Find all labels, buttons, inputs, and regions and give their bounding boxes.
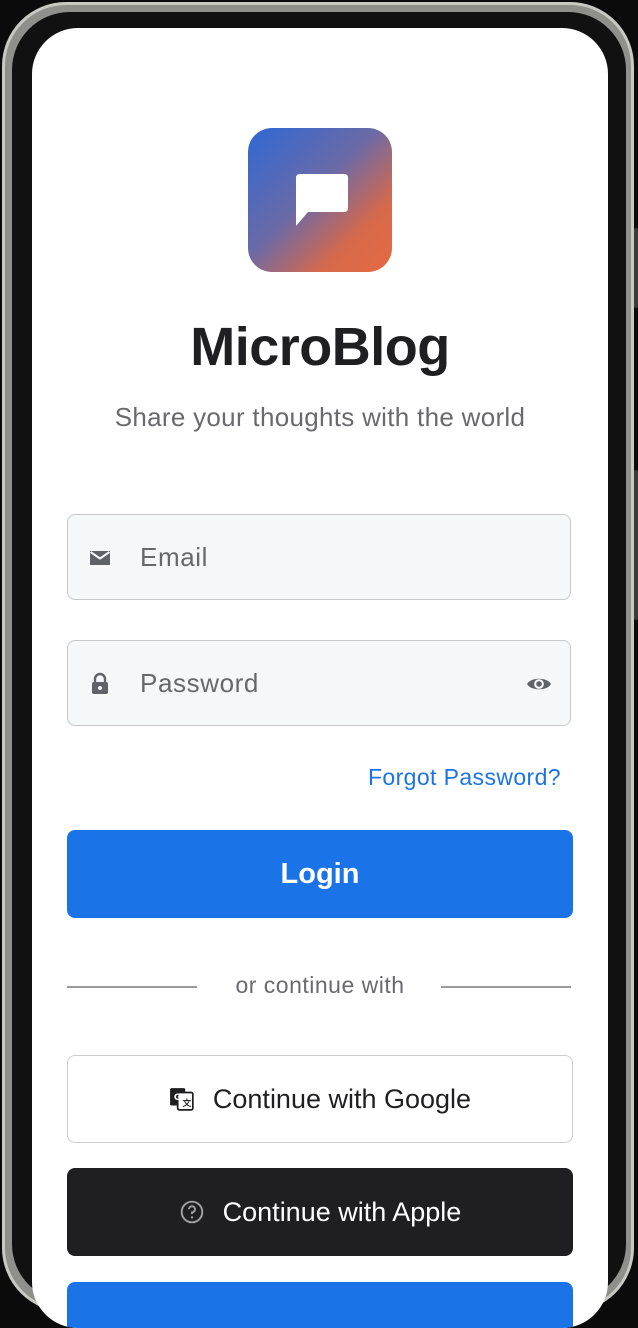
side-button <box>634 470 638 620</box>
divider-line-right <box>441 986 571 988</box>
lock-icon <box>92 672 108 694</box>
continue-with-google-button[interactable]: G 文 Continue with Google <box>67 1055 573 1143</box>
email-input[interactable] <box>138 515 522 600</box>
chat-bubble-icon <box>296 174 348 226</box>
svg-text:G: G <box>174 1093 181 1103</box>
help-circle-icon <box>180 1200 203 1224</box>
continue-with-apple-button[interactable]: Continue with Apple <box>67 1168 573 1256</box>
forgot-password-link[interactable]: Forgot Password? <box>368 764 561 791</box>
google-translate-icon: G 文 <box>169 1088 194 1111</box>
email-field[interactable] <box>67 514 571 600</box>
app-title: MicroBlog <box>190 317 450 377</box>
login-screen: MicroBlog Share your thoughts with the w… <box>32 28 608 1328</box>
partially-visible-button[interactable] <box>67 1282 573 1328</box>
login-button[interactable]: Login <box>67 830 573 918</box>
password-input[interactable] <box>138 641 522 726</box>
svg-text:文: 文 <box>181 1097 191 1109</box>
google-button-label: Continue with Google <box>212 1083 472 1114</box>
eye-icon[interactable] <box>526 671 552 697</box>
app-subtitle: Share your thoughts with the world <box>114 402 526 432</box>
password-field[interactable] <box>67 640 571 726</box>
mail-icon <box>89 551 111 565</box>
side-button <box>634 228 638 308</box>
login-button-label: Login <box>280 857 360 890</box>
apple-button-label: Continue with Apple <box>222 1196 462 1227</box>
app-logo <box>248 128 392 272</box>
